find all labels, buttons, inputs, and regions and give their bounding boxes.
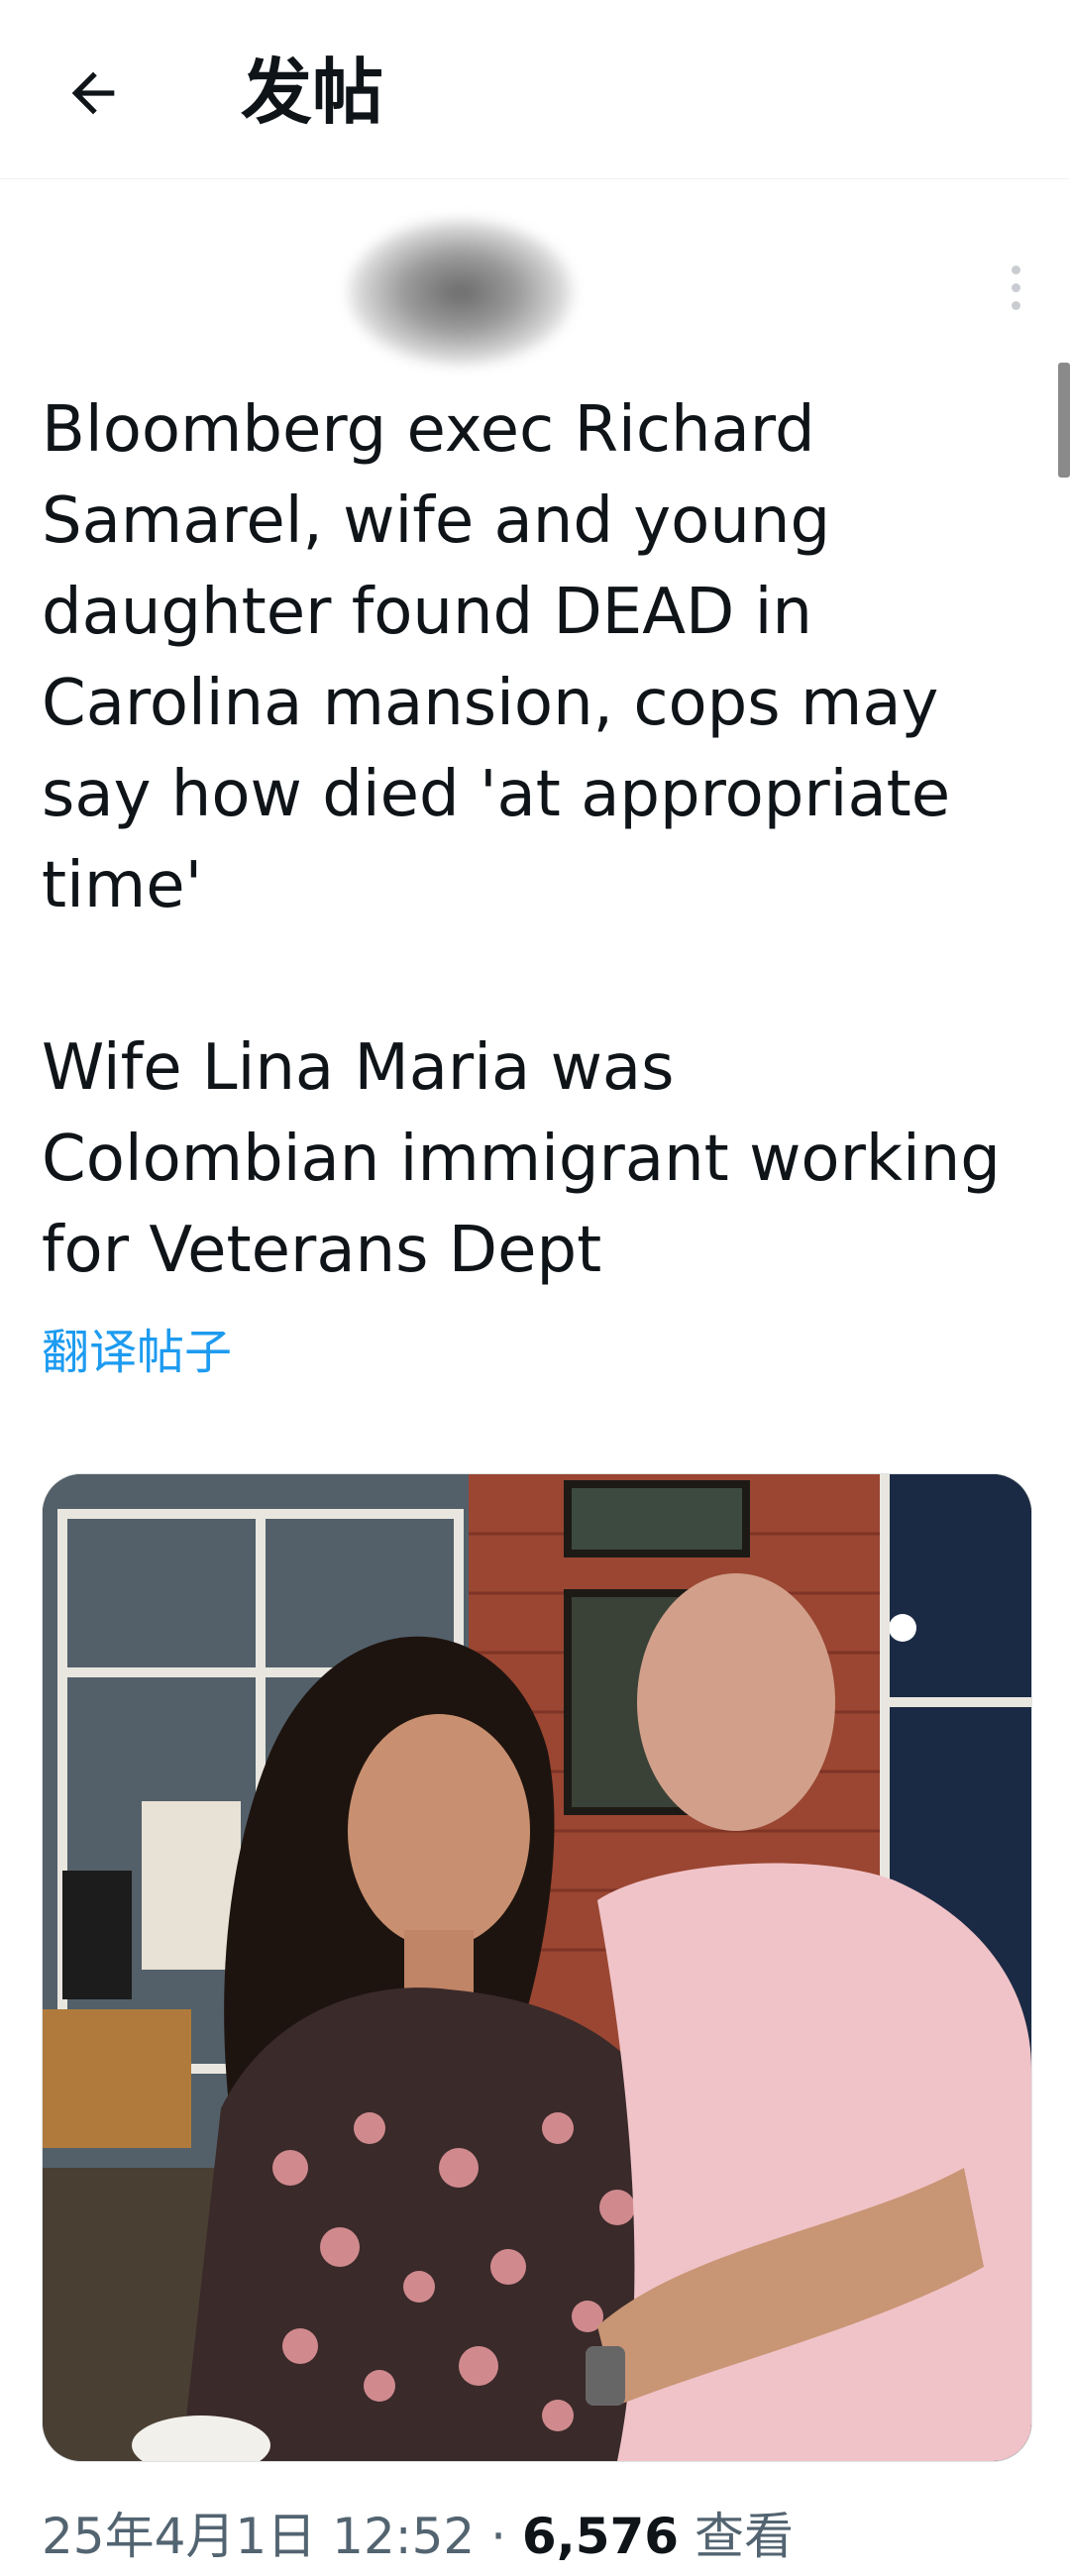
- views-label: 查看: [679, 2508, 794, 2565]
- post-photo[interactable]: [42, 1473, 1032, 2462]
- more-options-button[interactable]: [991, 243, 1040, 332]
- page-title: 发帖: [241, 51, 384, 134]
- post-text: Bloomberg exec Richard Samarel, wife and…: [42, 393, 1001, 1287]
- blurred-author-info: [347, 218, 575, 367]
- more-vertical-icon: [1011, 265, 1020, 274]
- scrollbar-thumb[interactable]: [1058, 363, 1070, 478]
- photo-illustration: [43, 1474, 1031, 2461]
- post-timestamp[interactable]: 25年4月1日 12:52: [42, 2508, 475, 2565]
- views-count: 6,576: [521, 2508, 680, 2565]
- arrow-left-icon: [71, 71, 115, 115]
- translate-post-link[interactable]: 翻译帖子: [42, 1318, 232, 1387]
- post-meta: 25年4月1日 12:52 · 6,576 查看: [42, 2497, 794, 2576]
- author-row: [40, 198, 1030, 386]
- back-button[interactable]: [52, 52, 135, 135]
- meta-separator: ·: [475, 2508, 522, 2565]
- top-bar: 发帖: [0, 0, 1070, 179]
